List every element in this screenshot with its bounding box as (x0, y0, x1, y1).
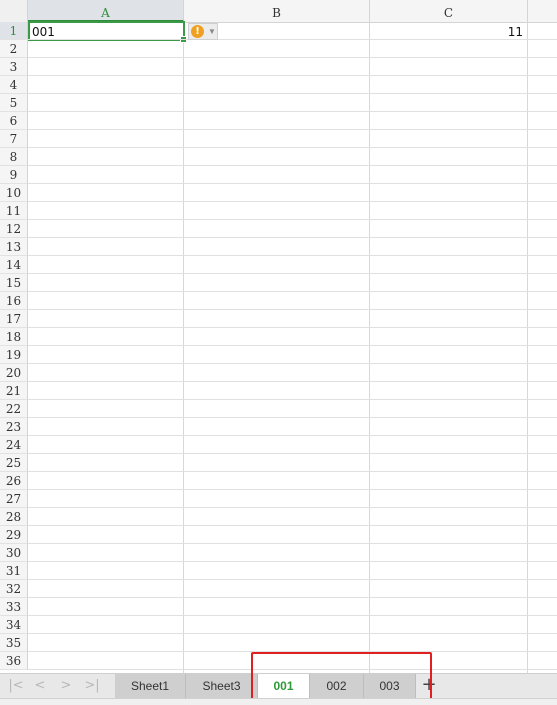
row-header[interactable]: 8 (0, 148, 28, 166)
exclamation-warning-icon: ! (191, 25, 204, 38)
row-header[interactable]: 5 (0, 94, 28, 112)
row-divider (28, 453, 557, 454)
row-divider (28, 399, 557, 400)
row-header[interactable]: 10 (0, 184, 28, 202)
cell-area[interactable]: 001 11 (28, 21, 557, 673)
row-header[interactable]: 2 (0, 40, 28, 58)
row-header[interactable]: 33 (0, 598, 28, 616)
spreadsheet-grid[interactable]: A B C 1 2 3 4 5 6 7 8 9 10 11 12 13 14 15 16 17 18 19 20 21 2… (0, 0, 557, 673)
row-divider (28, 291, 557, 292)
column-divider (527, 22, 528, 673)
sheet-tab-bar: |< < > >| Sheet1 Sheet3 001 002 003 + (0, 673, 557, 698)
row-divider (28, 129, 557, 130)
row-header[interactable]: 28 (0, 508, 28, 526)
column-header-b[interactable]: B (184, 0, 370, 22)
row-divider (28, 489, 557, 490)
row-header[interactable]: 16 (0, 292, 28, 310)
column-header-d[interactable] (528, 0, 557, 22)
row-header[interactable]: 12 (0, 220, 28, 238)
row-divider (28, 471, 557, 472)
row-header[interactable]: 29 (0, 526, 28, 544)
row-header[interactable]: 20 (0, 364, 28, 382)
row-divider (28, 363, 557, 364)
row-header[interactable]: 26 (0, 472, 28, 490)
row-divider (28, 309, 557, 310)
row-divider (28, 165, 557, 166)
row-header[interactable]: 6 (0, 112, 28, 130)
row-header[interactable]: 13 (0, 238, 28, 256)
row-divider (28, 147, 557, 148)
row-header[interactable]: 19 (0, 346, 28, 364)
row-divider (28, 93, 557, 94)
row-header[interactable]: 9 (0, 166, 28, 184)
next-sheet-icon[interactable]: > (54, 674, 78, 698)
row-divider (28, 633, 557, 634)
row-divider (28, 57, 557, 58)
row-header[interactable]: 17 (0, 310, 28, 328)
sheet-tab-002[interactable]: 002 (310, 674, 364, 698)
sheet-tab-sheet3[interactable]: Sheet3 (186, 674, 258, 698)
first-sheet-icon[interactable]: |< (4, 674, 28, 698)
column-header-a[interactable]: A (28, 0, 184, 22)
row-header[interactable]: 25 (0, 454, 28, 472)
prev-sheet-icon[interactable]: < (28, 674, 52, 698)
row-divider (28, 651, 557, 652)
row-divider (28, 255, 557, 256)
row-header[interactable]: 7 (0, 130, 28, 148)
row-divider (28, 543, 557, 544)
row-header[interactable]: 15 (0, 274, 28, 292)
row-divider (28, 75, 557, 76)
row-divider (28, 507, 557, 508)
row-divider (28, 561, 557, 562)
column-divider (183, 22, 184, 673)
row-header[interactable]: 24 (0, 436, 28, 454)
row-header[interactable]: 22 (0, 400, 28, 418)
active-cell-selection (28, 21, 185, 41)
row-divider (28, 237, 557, 238)
row-divider (28, 435, 557, 436)
sheet-tab-sheet1[interactable]: Sheet1 (115, 674, 186, 698)
column-header-c[interactable]: C (370, 0, 528, 22)
row-divider (28, 219, 557, 220)
row-header[interactable]: 30 (0, 544, 28, 562)
sheet-tab-001[interactable]: 001 (258, 674, 310, 698)
row-header[interactable]: 3 (0, 58, 28, 76)
row-header[interactable]: 14 (0, 256, 28, 274)
row-divider (28, 327, 557, 328)
row-divider (28, 183, 557, 184)
row-header[interactable]: 18 (0, 328, 28, 346)
row-divider (28, 111, 557, 112)
column-header-row: A B C (0, 0, 557, 23)
row-divider (28, 417, 557, 418)
chevron-down-icon: ▼ (208, 27, 216, 36)
row-divider (28, 273, 557, 274)
row-divider (28, 201, 557, 202)
row-header[interactable]: 31 (0, 562, 28, 580)
row-header[interactable]: 27 (0, 490, 28, 508)
row-header[interactable]: 4 (0, 76, 28, 94)
last-sheet-icon[interactable]: >| (80, 674, 104, 698)
row-header[interactable]: 23 (0, 418, 28, 436)
column-divider (369, 22, 370, 673)
row-header[interactable]: 36 (0, 652, 28, 670)
row-header[interactable]: 34 (0, 616, 28, 634)
row-divider (28, 579, 557, 580)
row-header[interactable]: 21 (0, 382, 28, 400)
row-divider (28, 615, 557, 616)
row-divider (28, 525, 557, 526)
sheet-tab-003[interactable]: 003 (364, 674, 416, 698)
row-divider (28, 597, 557, 598)
row-divider (28, 345, 557, 346)
row-header[interactable]: 1 (0, 22, 28, 40)
row-header[interactable]: 32 (0, 580, 28, 598)
row-divider (28, 39, 557, 40)
select-all-corner[interactable] (0, 0, 28, 22)
row-divider (28, 669, 557, 670)
error-check-button[interactable]: ! ▼ (188, 23, 218, 40)
add-sheet-icon[interactable]: + (420, 674, 438, 698)
row-header[interactable]: 11 (0, 202, 28, 220)
row-divider (28, 381, 557, 382)
row-header[interactable]: 35 (0, 634, 28, 652)
